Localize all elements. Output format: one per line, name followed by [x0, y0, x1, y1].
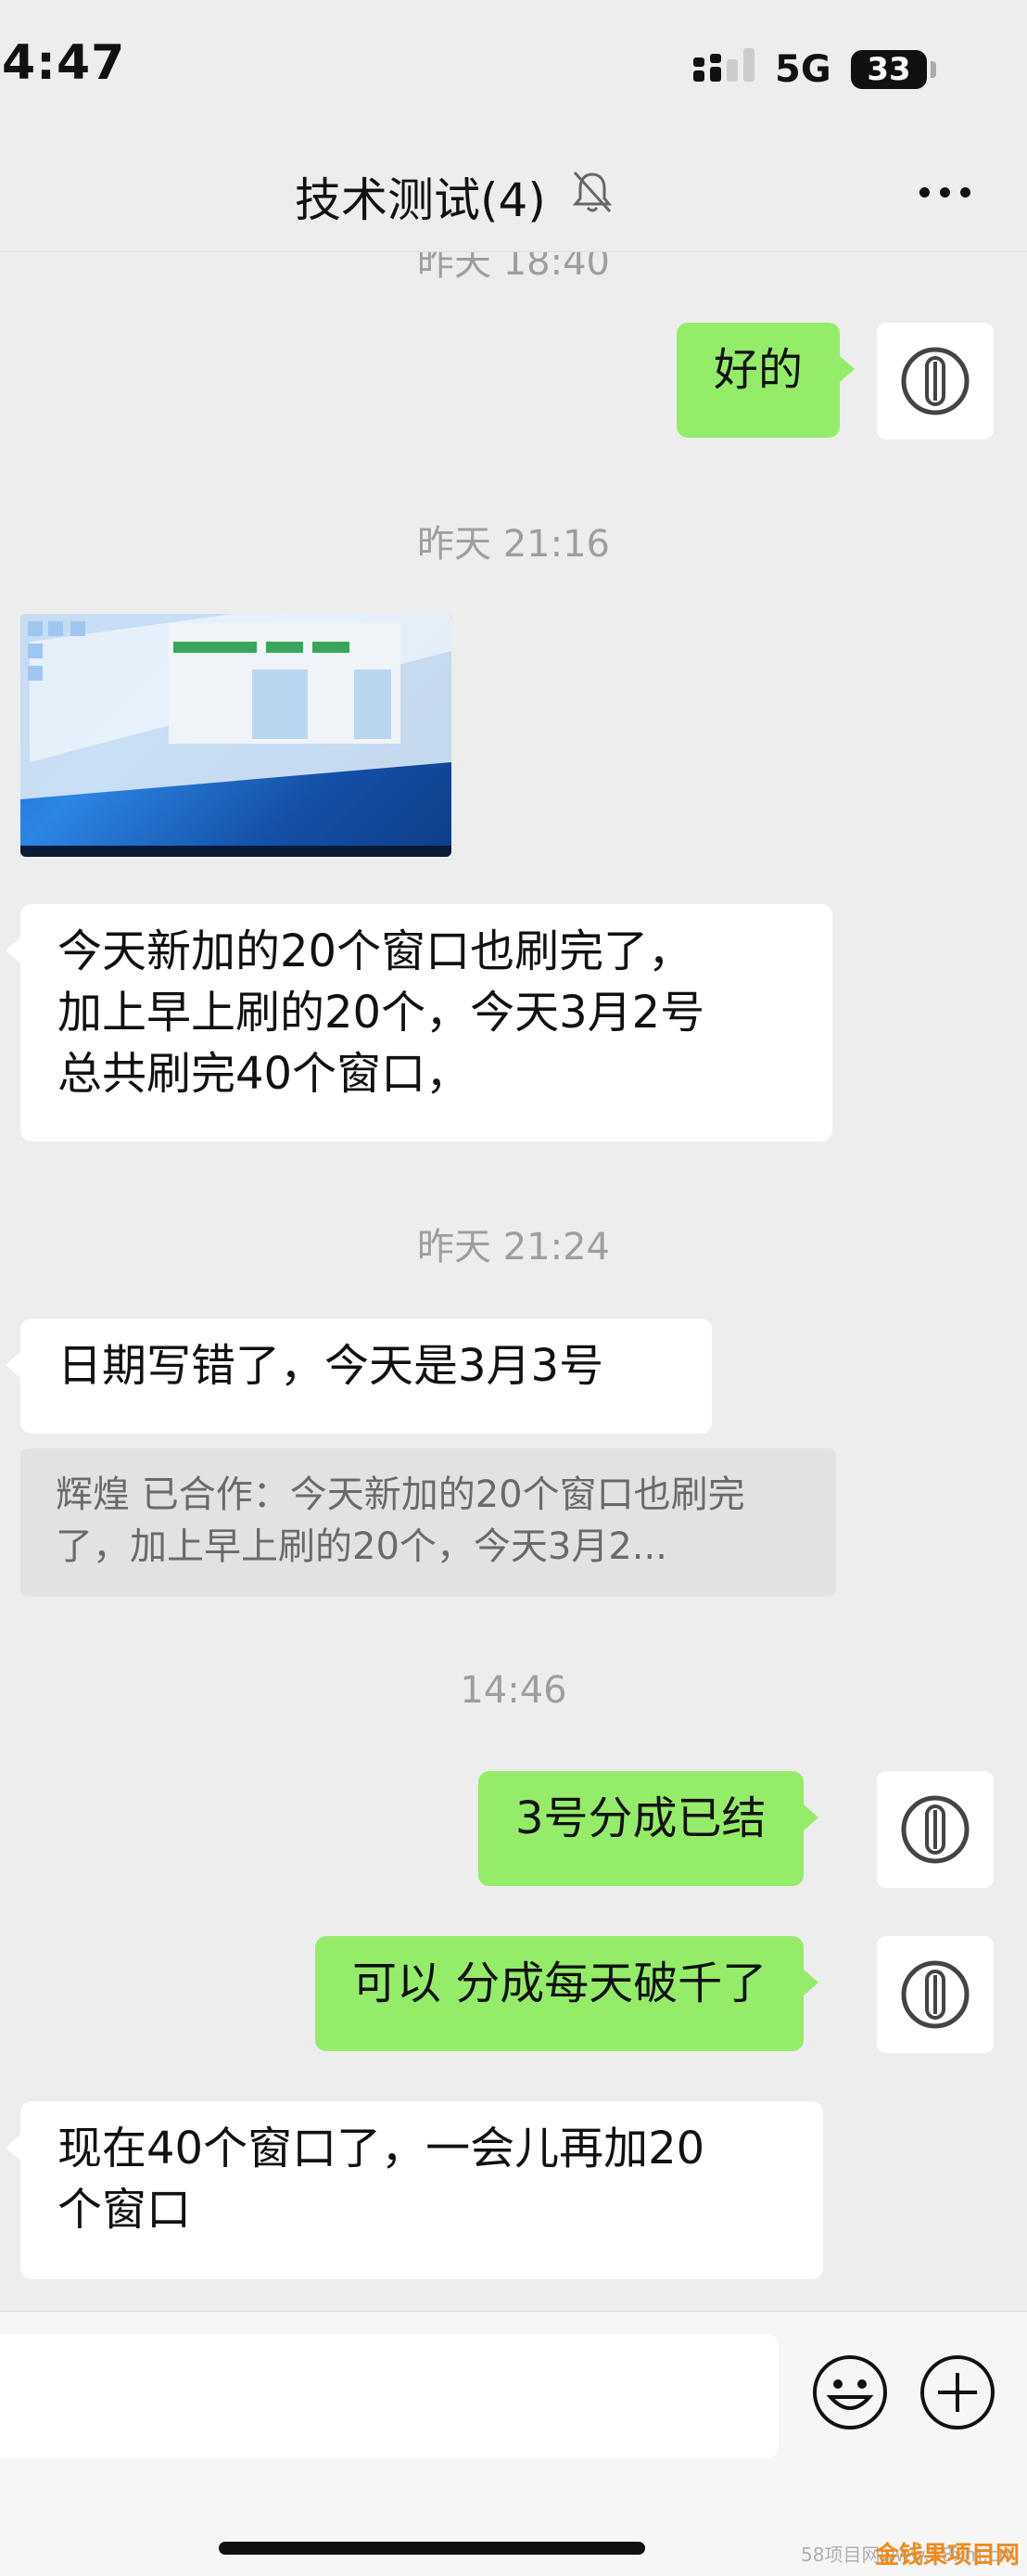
home-indicator [219, 2542, 645, 2555]
message-bubble-outgoing[interactable]: 好的 [677, 323, 856, 438]
signal-icon [693, 48, 754, 82]
status-bar: 4:47 5G 33 [0, 0, 1027, 139]
timestamp: 昨天 18:40 [417, 252, 610, 284]
avatar[interactable] [877, 1771, 994, 1888]
mute-bell-icon [572, 171, 613, 213]
input-bar: 58项目网www.58xm.cn 金钱果项目网 [0, 2311, 1027, 2576]
avatar[interactable] [877, 1936, 994, 2053]
chat-header: 技术测试(4) [0, 139, 1027, 252]
chat-title: 技术测试(4) [295, 173, 546, 227]
chat-message-list[interactable]: 昨天 18:40 好的 昨天 21:16 今天新加的20个窗口也刷完了， 加上早… [0, 252, 1027, 2311]
timestamp: 昨天 21:24 [417, 1226, 610, 1269]
message-input[interactable] [0, 2334, 779, 2458]
watermark-logo: 金钱果项目网 [875, 2542, 1021, 2570]
message-bubble-incoming[interactable]: 今天新加的20个窗口也刷完了， 加上早上刷的20个，今天3月2号 总共刷完40个… [6, 904, 832, 1141]
message-bubble-outgoing[interactable]: 3号分成已结 [478, 1771, 818, 1886]
timestamp: 14:46 [460, 1669, 567, 1712]
quoted-text: 辉煌 已合作：今天新加的20个窗口也刷完了，加上早上刷的20个，今天3月2... [56, 1473, 745, 1568]
avatar[interactable] [877, 323, 994, 440]
plus-icon[interactable] [918, 2353, 997, 2432]
message-bubble-incoming[interactable]: 日期写错了，今天是3月3号 [6, 1319, 712, 1434]
battery-level: 33 [867, 51, 911, 88]
quoted-reply[interactable]: 辉煌 已合作：今天新加的20个窗口也刷完了，加上早上刷的20个，今天3月2... [20, 1448, 836, 1597]
timestamp: 昨天 21:16 [417, 523, 610, 566]
battery-icon: 33 [851, 50, 927, 89]
screenshot-image-message[interactable] [20, 614, 451, 857]
status-time: 4:47 [2, 35, 126, 91]
battery-cap [931, 61, 936, 78]
message-bubble-outgoing[interactable]: 可以 分成每天破千了 [315, 1936, 819, 2051]
more-options-icon[interactable] [908, 163, 983, 219]
message-bubble-incoming[interactable]: 现在40个窗口了，一会儿再加20 个窗口 [6, 2101, 823, 2279]
emoji-icon[interactable] [810, 2353, 890, 2432]
network-type: 5G [775, 48, 831, 91]
